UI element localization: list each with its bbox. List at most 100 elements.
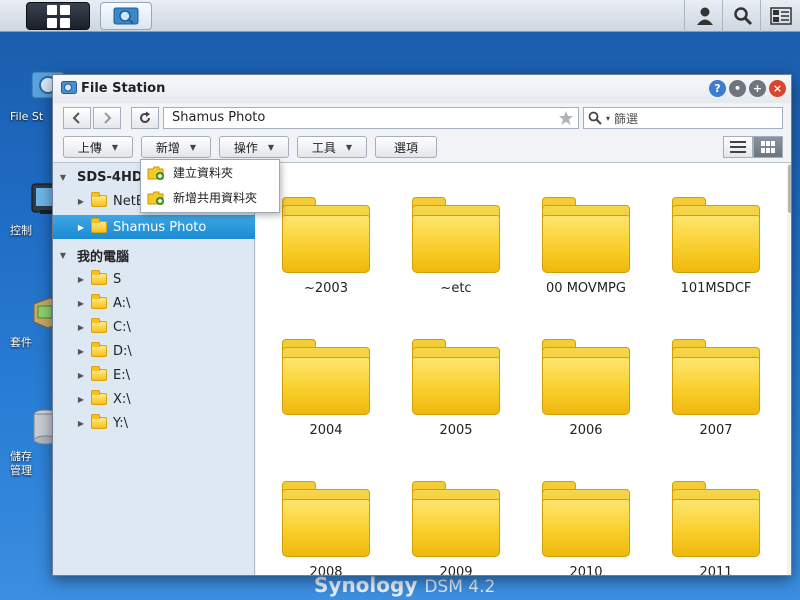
- folder-icon: [672, 197, 760, 273]
- vertical-scrollbar[interactable]: [787, 163, 791, 575]
- upload-button[interactable]: 上傳 ▼: [63, 136, 133, 158]
- collapsed-arrow-icon[interactable]: ▶: [75, 395, 87, 404]
- file-station-icon: [113, 7, 139, 25]
- tree-item-label: Y:\: [113, 415, 128, 431]
- tree-item-my-computer[interactable]: ▼ 我的電腦: [53, 243, 255, 267]
- window-title: File Station: [81, 81, 166, 96]
- tree-item-drive[interactable]: ▶ C:\: [53, 315, 255, 339]
- settings-button[interactable]: 選項: [375, 136, 437, 158]
- chevron-down-icon: ▼: [345, 142, 353, 152]
- scrollbar-thumb[interactable]: [788, 165, 791, 213]
- tree-item-shamus-photo[interactable]: ▶ Shamus Photo: [53, 215, 255, 239]
- folder-item[interactable]: 2006: [526, 339, 646, 438]
- user-button[interactable]: [684, 0, 724, 32]
- folder-icon: [91, 342, 107, 357]
- product-version: DSM 4.2: [424, 577, 496, 597]
- file-station-window: File Station ? • + × Shamus Photo ▾ 篩選 上…: [52, 74, 792, 576]
- brand-name: Synology: [314, 573, 418, 597]
- path-text: Shamus Photo: [172, 110, 266, 125]
- tools-button[interactable]: 工具 ▼: [297, 136, 367, 158]
- tree-item-label: E:\: [113, 367, 130, 383]
- menu-item-label: 新增共用資料夾: [173, 191, 258, 205]
- expanded-arrow-icon[interactable]: ▼: [57, 251, 69, 260]
- close-icon: ×: [772, 82, 783, 95]
- collapsed-arrow-icon[interactable]: ▶: [75, 275, 87, 284]
- menu-item-create-folder[interactable]: 建立資料夾: [141, 160, 279, 185]
- tree-item-drive[interactable]: ▶ E:\: [53, 363, 255, 387]
- folder-name: 2010: [569, 565, 603, 576]
- folder-icon: [542, 481, 630, 557]
- collapsed-arrow-icon[interactable]: ▶: [75, 299, 87, 308]
- folder-icon: [91, 390, 107, 405]
- folder-item[interactable]: 2011: [656, 481, 776, 576]
- thumbnail-view-button[interactable]: [753, 136, 783, 158]
- chevron-down-icon: ▼: [267, 142, 275, 152]
- tree-item-drive[interactable]: ▶ Y:\: [53, 411, 255, 435]
- help-button[interactable]: ?: [709, 80, 726, 97]
- folder-icon: [542, 339, 630, 415]
- folder-item[interactable]: ~etc: [396, 197, 516, 296]
- tree-item-drive[interactable]: ▶ S: [53, 267, 255, 291]
- back-button[interactable]: [63, 107, 91, 129]
- folder-name: ~2003: [304, 281, 348, 296]
- collapsed-arrow-icon[interactable]: ▶: [75, 347, 87, 356]
- folder-name: ~etc: [440, 281, 472, 296]
- collapsed-arrow-icon[interactable]: ▶: [75, 371, 87, 380]
- file-station-icon: [61, 81, 77, 94]
- widgets-button[interactable]: [760, 0, 800, 32]
- menu-item-create-shared-folder[interactable]: 新增共用資料夾: [141, 185, 279, 210]
- chevron-right-icon: [104, 112, 112, 124]
- folder-item[interactable]: 2010: [526, 481, 646, 576]
- new-shared-folder-icon: [147, 191, 164, 205]
- folder-name: 2011: [699, 565, 733, 576]
- action-label: 操作: [233, 140, 258, 155]
- list-view-button[interactable]: [723, 136, 753, 158]
- main-menu-button[interactable]: [26, 2, 90, 30]
- tree-item-drive[interactable]: ▶ X:\: [53, 387, 255, 411]
- folder-item[interactable]: ~2003: [266, 197, 386, 296]
- folder-item[interactable]: 2004: [266, 339, 386, 438]
- chevron-down-icon: ▼: [189, 142, 197, 152]
- folder-icon: [282, 197, 370, 273]
- maximize-button[interactable]: +: [749, 80, 766, 97]
- folder-icon: [91, 294, 107, 309]
- forward-button[interactable]: [93, 107, 121, 129]
- tools-label: 工具: [311, 140, 336, 155]
- create-button[interactable]: 新增 ▼: [141, 136, 211, 158]
- folder-item[interactable]: 2007: [656, 339, 776, 438]
- filter-input[interactable]: ▾ 篩選: [583, 107, 783, 129]
- action-button[interactable]: 操作 ▼: [219, 136, 289, 158]
- refresh-button[interactable]: [131, 107, 159, 129]
- close-button[interactable]: ×: [769, 80, 786, 97]
- tree-item-drive[interactable]: ▶ D:\: [53, 339, 255, 363]
- folder-item[interactable]: 2008: [266, 481, 386, 576]
- folder-item[interactable]: 00 MOVMPG: [526, 197, 646, 296]
- collapsed-arrow-icon[interactable]: ▶: [75, 223, 87, 232]
- star-icon[interactable]: [558, 110, 574, 126]
- tree-item-label: X:\: [113, 391, 131, 407]
- search-button[interactable]: [722, 0, 762, 32]
- folder-icon: [412, 339, 500, 415]
- collapsed-arrow-icon[interactable]: ▶: [75, 197, 87, 206]
- path-bar[interactable]: Shamus Photo: [163, 107, 579, 129]
- folder-icon: [91, 192, 107, 207]
- collapsed-arrow-icon[interactable]: ▶: [75, 323, 87, 332]
- expanded-arrow-icon[interactable]: ▼: [57, 173, 69, 182]
- folder-icon: [91, 414, 107, 429]
- folder-item[interactable]: 2005: [396, 339, 516, 438]
- file-station-taskbar-button[interactable]: [100, 2, 152, 30]
- tree-item-drive[interactable]: ▶ A:\: [53, 291, 255, 315]
- minimize-button[interactable]: •: [729, 80, 746, 97]
- window-titlebar[interactable]: File Station ? • + ×: [53, 75, 791, 103]
- upload-label: 上傳: [77, 140, 102, 155]
- folder-name: 2008: [309, 565, 343, 576]
- collapsed-arrow-icon[interactable]: ▶: [75, 419, 87, 428]
- folder-icon: [412, 197, 500, 273]
- folder-icon: [542, 197, 630, 273]
- folder-item[interactable]: 101MSDCF: [656, 197, 776, 296]
- dsm-logo: Synology DSM 4.2: [314, 573, 495, 597]
- tree-item-label: Shamus Photo: [113, 219, 207, 235]
- create-dropdown-menu: 建立資料夾 新增共用資料夾: [140, 159, 280, 213]
- folder-item[interactable]: 2009: [396, 481, 516, 575]
- minimize-icon: •: [733, 82, 742, 95]
